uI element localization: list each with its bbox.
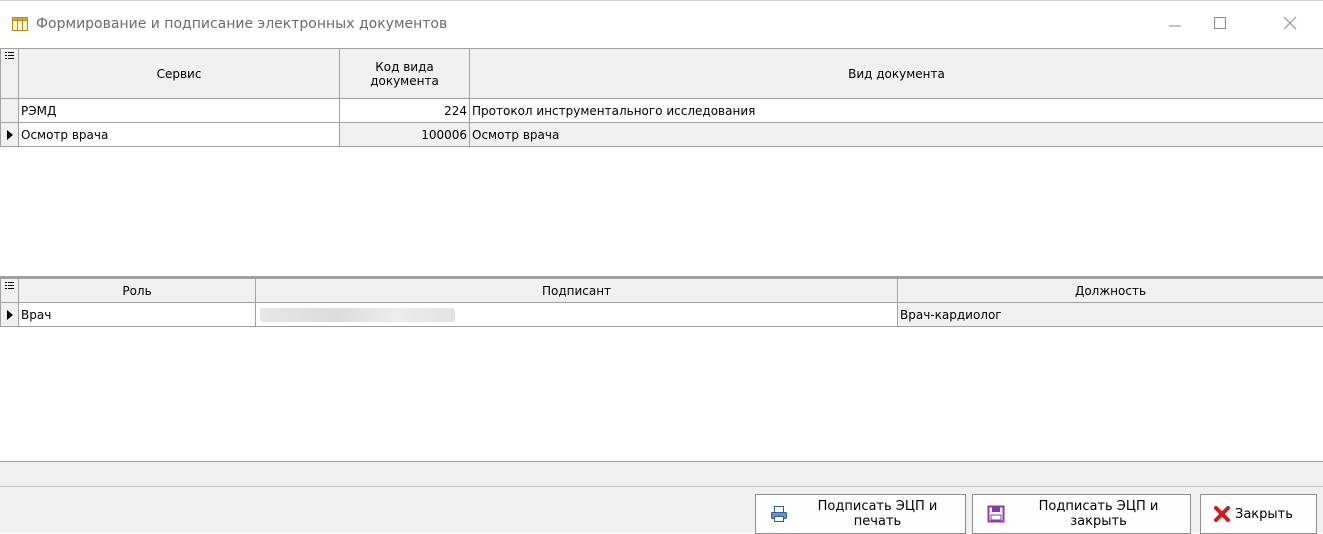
table-row[interactable]: Осмотр врача 100006 Осмотр врача	[1, 123, 1323, 147]
current-row-arrow-icon	[7, 310, 13, 320]
close-button[interactable]: Закрыть	[1200, 494, 1317, 534]
minimize-button[interactable]	[1152, 7, 1198, 39]
maximize-icon	[1213, 16, 1227, 30]
column-header-doc-code[interactable]: Код вида документа	[340, 49, 470, 99]
cell-doc-code[interactable]: 224	[340, 99, 470, 123]
maximize-button[interactable]	[1197, 7, 1243, 39]
cell-signer[interactable]	[256, 303, 898, 327]
close-window-button[interactable]	[1267, 7, 1313, 39]
row-indicator	[1, 123, 19, 147]
button-bar: Подписать ЭЦП и печать Подписать ЭЦП и з…	[0, 487, 1323, 533]
table-icon	[12, 17, 28, 31]
column-chooser[interactable]	[1, 49, 19, 99]
red-x-icon	[1211, 505, 1233, 523]
cell-doc-code[interactable]: 100006	[340, 123, 470, 147]
row-indicator	[1, 99, 19, 123]
documents-header: Сервис Код вида документа Вид документа	[1, 49, 1323, 99]
sign-and-close-button[interactable]: Подписать ЭЦП и закрыть	[972, 494, 1191, 534]
title-bar: Формирование и подписание электронных до…	[0, 0, 1323, 48]
signers-header: Роль Подписант Должность	[1, 279, 1323, 303]
cell-service[interactable]: Осмотр врача	[19, 123, 340, 147]
cell-doc-type[interactable]: Протокол инструментального исследования	[470, 99, 1323, 123]
floppy-disk-icon	[985, 505, 1007, 523]
status-bar	[0, 461, 1323, 487]
window-title: Формирование и подписание электронных до…	[36, 16, 447, 32]
cell-doc-type[interactable]: Осмотр врача	[470, 123, 1323, 147]
row-indicator	[1, 303, 19, 327]
signers-grid: Роль Подписант Должность Врач Врач-карди…	[0, 278, 1323, 327]
column-list-icon	[5, 51, 14, 62]
sign-and-print-button[interactable]: Подписать ЭЦП и печать	[755, 494, 966, 534]
table-row[interactable]: РЭМД 224 Протокол инструментального иссл…	[1, 99, 1323, 123]
column-chooser[interactable]	[1, 279, 19, 303]
column-header-position[interactable]: Должность	[898, 279, 1323, 303]
cell-position[interactable]: Врач-кардиолог	[898, 303, 1323, 327]
printer-icon	[768, 505, 790, 523]
column-header-service[interactable]: Сервис	[19, 49, 340, 99]
column-list-icon	[5, 281, 14, 292]
redacted-signer-name	[260, 308, 455, 322]
column-header-signer[interactable]: Подписант	[256, 279, 898, 303]
table-row[interactable]: Врач Врач-кардиолог	[1, 303, 1323, 327]
cell-role[interactable]: Врач	[19, 303, 256, 327]
current-row-arrow-icon	[7, 130, 13, 140]
documents-grid: Сервис Код вида документа Вид документа …	[0, 48, 1323, 147]
column-header-doc-type[interactable]: Вид документа	[470, 49, 1323, 99]
column-header-role[interactable]: Роль	[19, 279, 256, 303]
minimize-icon	[1168, 16, 1182, 30]
close-icon	[1283, 16, 1297, 30]
cell-service[interactable]: РЭМД	[19, 99, 340, 123]
